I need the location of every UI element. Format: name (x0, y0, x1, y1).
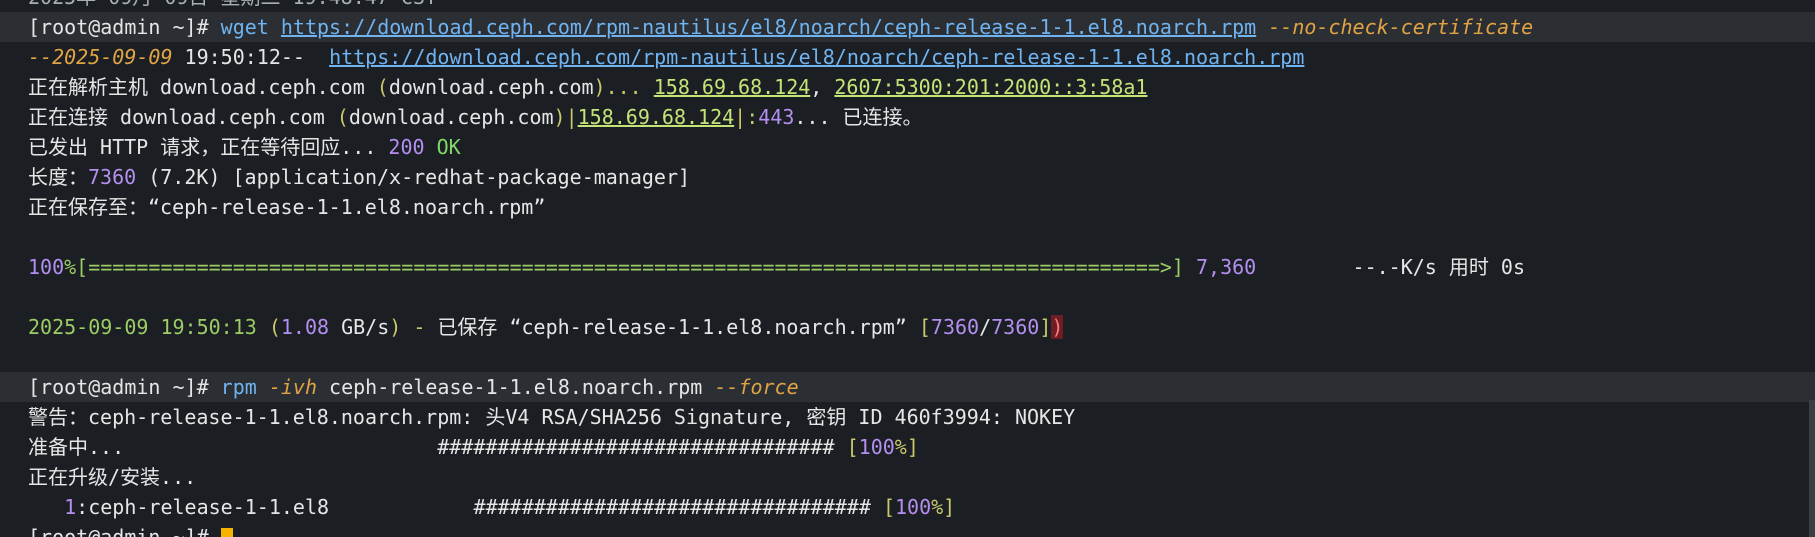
timestamp-time: 19:50:12-- (184, 45, 305, 69)
saving-label: 正在保存至： (28, 195, 148, 219)
output-line: 已发出 HTTP 请求，正在等待回应... 200 OK (28, 132, 1815, 162)
progress-bar: %[======================================… (64, 255, 1196, 279)
separator: |: (734, 105, 759, 129)
text-cursor (220, 527, 233, 537)
bracket: %] (894, 435, 919, 459)
timestamp: 2025-09-09 19:50:13 (28, 315, 257, 339)
output-line: 正在连接 download.ceph.com (download.ceph.co… (28, 102, 1815, 132)
paren: ( (376, 75, 389, 99)
bracket: ] (1039, 315, 1052, 339)
slash: / (979, 315, 992, 339)
bracket: [ (918, 315, 931, 339)
length-value: 7360 (88, 165, 137, 189)
bracket: %] (931, 495, 956, 519)
connected-text: ... 已连接。 (794, 105, 923, 129)
prompt: [root@admin ~]# (28, 375, 209, 399)
output-line: 正在升级/安装... (28, 465, 197, 489)
terminal-output: 2025年 09月 09日 星期二 19:48:47 CST [root@adm… (0, 0, 1815, 537)
url-link[interactable]: https://download.ceph.com/rpm-nautilus/e… (329, 45, 1304, 69)
speed-unit: GB/s (329, 315, 390, 339)
total-bytes: 7360 (991, 315, 1040, 339)
command-line-input[interactable]: [root@admin ~]# (28, 522, 1815, 537)
paren: )... (593, 75, 654, 99)
progress-percent: 100 (858, 435, 895, 459)
bracket: [ (882, 495, 895, 519)
separator: )| (553, 105, 578, 129)
progress-line: 100%[===================================… (28, 252, 1815, 282)
command-line-rpm: [root@admin ~]# rpm -ivh ceph-release-1-… (0, 372, 1815, 402)
bracket: [ (846, 435, 859, 459)
url-link[interactable]: https://download.ceph.com/rpm-nautilus/e… (281, 15, 1256, 39)
connect-label: 正在连接 download.ceph.com (28, 105, 337, 129)
file-name: “ceph-release-1-1.el8.noarch.rpm” (148, 195, 546, 219)
timestamp-date: --2025-09-09 (28, 45, 173, 69)
comma: , (810, 75, 835, 99)
port: 443 (758, 105, 795, 129)
http-label: 已发出 HTTP 请求，正在等待回应... (28, 135, 389, 159)
saved-text: 已保存 “ceph-release-1-1.el8.noarch.rpm” (437, 315, 919, 339)
command-flag: -ivh (268, 375, 318, 399)
unmatched-paren: ) (1051, 315, 1064, 339)
output-line: 2025年 09月 09日 星期二 19:48:47 CST (28, 0, 1815, 12)
host: download.ceph.com (348, 105, 554, 129)
length-detail: (7.2K) [application/x-redhat-package-man… (136, 165, 691, 189)
speed-value: 1.08 (280, 315, 330, 339)
hash-progress: ################################# (473, 495, 883, 519)
terminal-window[interactable]: 2025年 09月 09日 星期二 19:48:47 CST [root@adm… (0, 0, 1815, 537)
scrollbar[interactable] (1809, 400, 1815, 537)
prompt: [root@admin ~]# (28, 525, 221, 537)
output-line: 准备中... #################################… (28, 432, 1815, 462)
host: download.ceph.com (388, 75, 594, 99)
command-name: rpm (220, 375, 257, 399)
output-line: 正在解析主机 download.ceph.com (download.ceph.… (28, 72, 1815, 102)
resolve-label: 正在解析主机 download.ceph.com (28, 75, 377, 99)
package-name: :ceph-release-1-1.el8 (76, 495, 474, 519)
status-ok: OK (424, 135, 461, 159)
status-code: 200 (388, 135, 425, 159)
ip-link[interactable]: 2607:5300:201:2000::3:58a1 (834, 75, 1147, 99)
hash-progress: ################################# (437, 435, 847, 459)
output-line: 长度：7360 (7.2K) [application/x-redhat-pac… (28, 162, 1815, 192)
ip-link[interactable]: 158.69.68.124 (578, 105, 735, 129)
command-name: wget (220, 15, 269, 39)
package-index: 1 (28, 495, 77, 519)
saved-bytes: 7360 (930, 315, 980, 339)
gutter (0, 0, 26, 537)
command-line-wget: [root@admin ~]# wget https://download.ce… (0, 12, 1815, 42)
length-label: 长度： (28, 165, 88, 189)
prompt: [root@admin ~]# (28, 15, 209, 39)
ip-link[interactable]: 158.69.68.124 (654, 75, 811, 99)
command-flag: --no-check-certificate (1268, 15, 1534, 39)
output-line: 1:ceph-release-1-1.el8 #################… (28, 492, 1815, 522)
output-line: 警告：ceph-release-1-1.el8.noarch.rpm: 头V4 … (28, 405, 1076, 429)
output-line: 正在保存至：“ceph-release-1-1.el8.noarch.rpm” (28, 192, 1815, 222)
paren: ( (336, 105, 349, 129)
progress-bytes: 7,360 (1195, 255, 1257, 279)
paren: ) - (389, 315, 438, 339)
progress-percent: 100 (28, 255, 65, 279)
command-arg: ceph-release-1-1.el8.noarch.rpm (317, 375, 715, 399)
output-line: --2025-09-09 19:50:12-- https://download… (28, 42, 1815, 72)
progress-percent: 100 (894, 495, 932, 519)
output-line: 2025-09-09 19:50:13 (1.08 GB/s) - 已保存 “c… (28, 312, 1815, 342)
preparing-label: 准备中... (28, 435, 438, 459)
progress-rate: --.-K/s 用时 0s (1256, 255, 1525, 279)
paren: ( (256, 315, 281, 339)
command-flag: --force (714, 375, 799, 399)
